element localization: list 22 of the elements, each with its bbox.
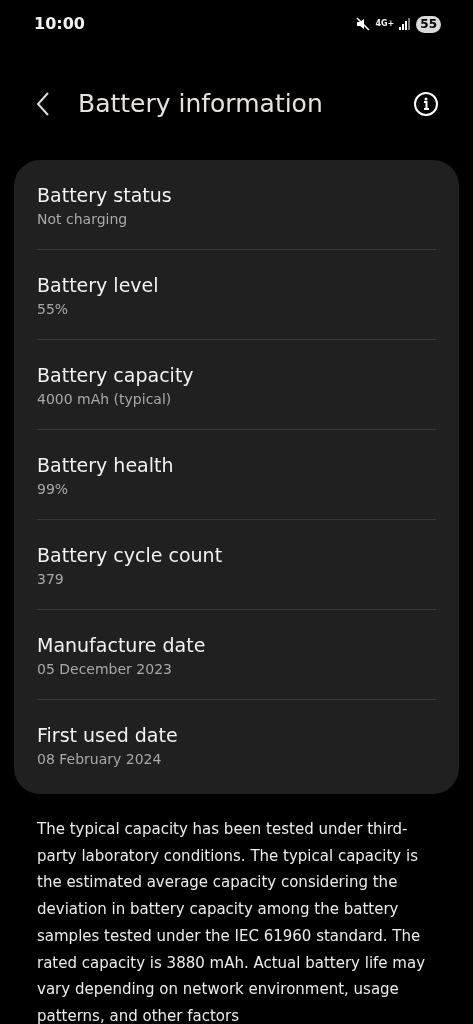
item-value: 55% [37,299,70,319]
item-title: Battery cycle count [37,542,224,568]
capacity-note: The typical capacity has been tested under third-party laboratory conditions. The typical capacity is the estimated average capacity considering the deviation in battery capacity among the battery samples tested under the IEC 61960 standard. The rated capacity is 3880 mAh. Actual battery life may vary depending on network environment, usage patterns, and other factors [36,819,427,1024]
item-title: Battery status [37,182,173,208]
item-title: First used date [37,723,179,748]
network-label: 4G+ [375,20,395,28]
item-title: Manufacture date [37,632,207,658]
status-time: 10:00 [34,13,85,35]
page-title: Battery information [78,88,324,121]
signal-icon [399,18,412,30]
item-title: Battery level [37,272,160,298]
mute-icon [356,17,371,31]
battery-indicator: 55 [416,15,441,33]
item-value: 99% [37,479,70,499]
item-value: 4000 mAh (typical) [37,389,173,409]
item-value: 05 December 2023 [37,659,173,679]
info-button[interactable] [413,91,439,117]
item-value: 08 February 2024 [37,750,163,769]
item-value: Not charging [37,209,129,229]
item-value: 379 [37,569,65,589]
item-title: Battery health [37,452,175,478]
item-title: Battery capacity [37,362,195,388]
